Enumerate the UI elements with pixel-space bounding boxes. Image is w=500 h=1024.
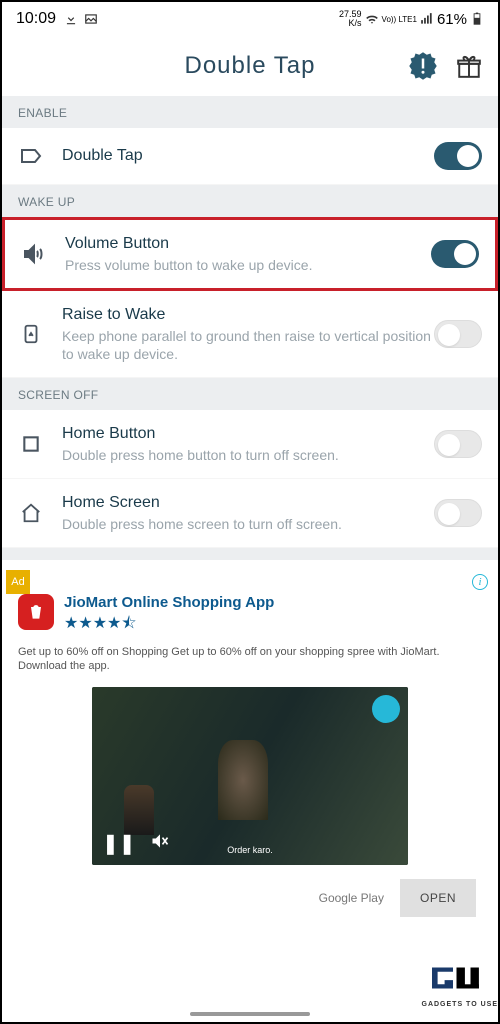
- row-subtitle: Double press home screen to turn off scr…: [62, 515, 434, 533]
- volume-icon: [21, 241, 47, 267]
- ad-info-icon[interactable]: i: [472, 574, 488, 590]
- double-tap-toggle[interactable]: [434, 142, 482, 170]
- mute-icon[interactable]: [150, 831, 170, 857]
- ad-container: Ad i JioMart Online Shopping App ★★★★⯪ G…: [6, 570, 494, 929]
- wifi-icon: [365, 12, 379, 26]
- ad-rating-stars: ★★★★⯪: [64, 612, 274, 639]
- row-title: Home Screen: [62, 493, 434, 513]
- gift-icon[interactable]: [456, 53, 482, 79]
- ad-open-button[interactable]: OPEN: [400, 879, 476, 917]
- ad-badge: Ad: [6, 570, 30, 594]
- gallery-status-icon: [84, 12, 98, 26]
- home-icon: [18, 500, 44, 526]
- phone-raise-icon: [18, 321, 44, 347]
- row-title: Raise to Wake: [62, 305, 434, 325]
- download-status-icon: [64, 12, 78, 26]
- status-time: 10:09: [16, 10, 56, 28]
- section-screenoff: SCREEN OFF: [2, 378, 498, 410]
- nav-handle[interactable]: [190, 1012, 310, 1016]
- row-subtitle: Press volume button to wake up device.: [65, 256, 431, 274]
- section-wakeup: WAKE UP: [2, 185, 498, 217]
- row-volume-button[interactable]: Volume Button Press volume button to wak…: [2, 217, 498, 291]
- tag-icon: [18, 143, 44, 169]
- section-enable: ENABLE: [2, 96, 498, 128]
- app-header: Double Tap: [2, 36, 498, 96]
- app-title: Double Tap: [185, 52, 316, 80]
- row-home-screen[interactable]: Home Screen Double press home screen to …: [2, 479, 498, 548]
- video-caption: Order karo.: [227, 845, 273, 855]
- row-home-button[interactable]: Home Button Double press home button to …: [2, 410, 498, 479]
- row-subtitle: Keep phone parallel to ground then raise…: [62, 327, 434, 363]
- row-double-tap[interactable]: Double Tap: [2, 128, 498, 185]
- raise-wake-toggle[interactable]: [434, 320, 482, 348]
- row-title: Double Tap: [62, 146, 434, 166]
- ad-description: Get up to 60% off on Shopping Get up to …: [18, 645, 482, 673]
- video-brand-icon: [372, 695, 400, 723]
- watermark: GADGETS TO USE: [422, 960, 499, 1008]
- row-subtitle: Double press home button to turn off scr…: [62, 446, 434, 464]
- pause-icon[interactable]: ❚❚: [102, 831, 136, 857]
- home-screen-toggle[interactable]: [434, 499, 482, 527]
- volume-button-toggle[interactable]: [431, 240, 479, 268]
- row-title: Home Button: [62, 424, 434, 444]
- alert-badge-icon[interactable]: [408, 51, 438, 81]
- square-icon: [18, 431, 44, 457]
- battery-percent: 61%: [437, 11, 467, 28]
- signal-icon: [420, 12, 434, 26]
- ad-video[interactable]: ❚❚ Order karo.: [92, 687, 408, 865]
- battery-icon: [470, 12, 484, 26]
- data-speed: 27.59 K/s: [339, 10, 362, 28]
- status-bar: 10:09 27.59 K/s Vo)) LTE1 61%: [2, 2, 498, 36]
- ad-app-title[interactable]: JioMart Online Shopping App: [64, 594, 274, 611]
- row-title: Volume Button: [65, 234, 431, 254]
- row-raise-to-wake[interactable]: Raise to Wake Keep phone parallel to gro…: [2, 291, 498, 378]
- ad-source: Google Play: [319, 891, 384, 905]
- watermark-logo-icon: [425, 960, 495, 996]
- ad-app-icon[interactable]: [18, 594, 54, 630]
- network-label: Vo)) LTE1: [382, 15, 417, 24]
- home-button-toggle[interactable]: [434, 430, 482, 458]
